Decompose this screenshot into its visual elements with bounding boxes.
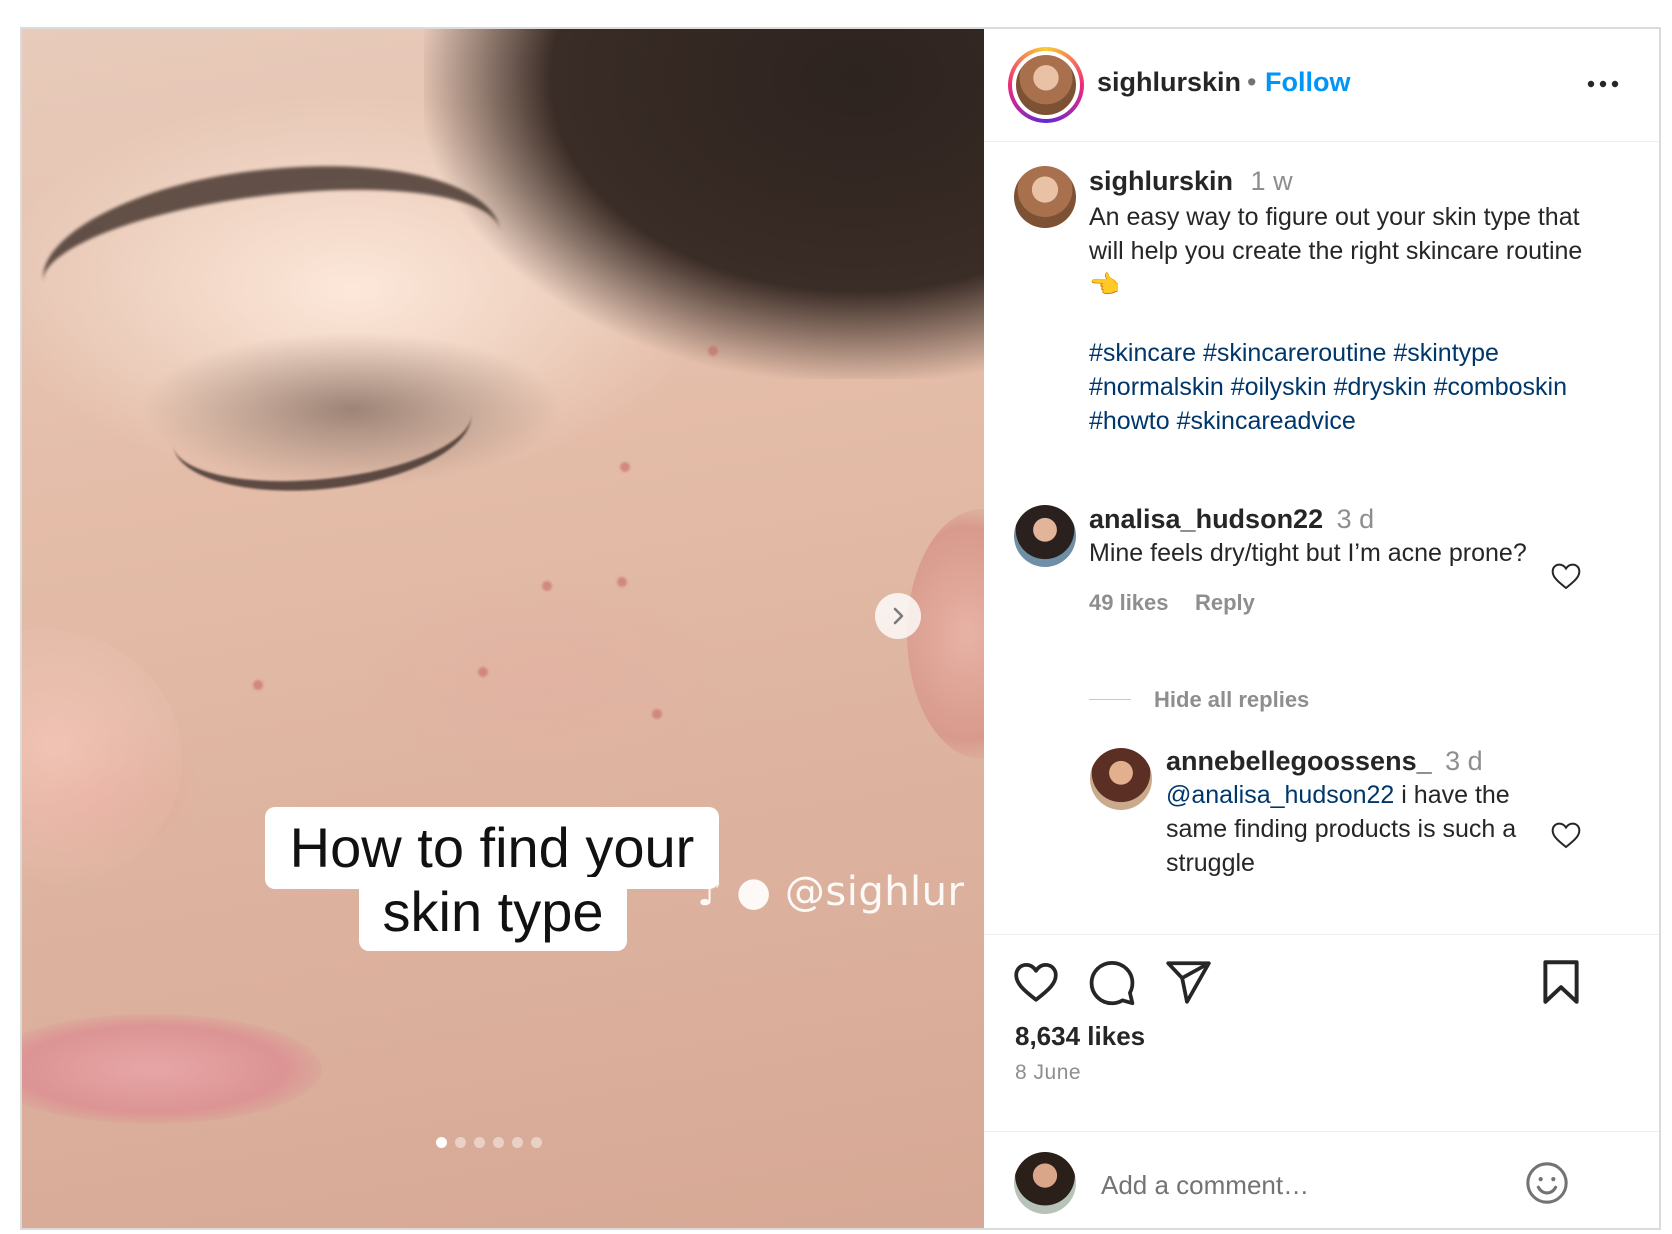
reply-username[interactable]: annebellegoossens_ (1166, 746, 1432, 776)
hashtag-link[interactable]: #dryskin (1334, 373, 1427, 401)
post-side-panel: sighlurskin • Follow sighlurskin 1 w An … (984, 29, 1659, 1228)
author-avatar (1016, 55, 1076, 115)
caption-text: An easy way to figure out your skin type… (1089, 203, 1583, 299)
carousel-dot[interactable] (455, 1137, 466, 1148)
skin-spot (253, 680, 263, 690)
emoji-button[interactable] (1524, 1160, 1570, 1206)
follow-button[interactable]: Follow (1265, 67, 1350, 98)
more-options-button[interactable] (1583, 69, 1623, 99)
hashtag-link[interactable]: #skincareadvice (1177, 407, 1356, 435)
comment-avatar[interactable] (1014, 505, 1076, 567)
comment-meta: 49 likes Reply (1089, 590, 1559, 616)
comment-header: analisa_hudson22 3 d (1089, 502, 1559, 536)
post-image[interactable]: How to find your skin type ♪ ● @sighlur (22, 29, 984, 1228)
face-hair (424, 29, 984, 379)
carousel-dot[interactable] (493, 1137, 504, 1148)
image-caption-line: skin type (359, 877, 627, 951)
like-button[interactable] (1011, 957, 1061, 1007)
reply-like-button[interactable] (1550, 819, 1582, 851)
comment-item: analisa_hudson22 3 d Mine feels dry/tigh… (1089, 502, 1559, 616)
reply-item: annebellegoossens_ 3 d @analisa_hudson22… (1166, 744, 1561, 880)
caption-username[interactable]: sighlurskin (1089, 166, 1233, 196)
comment-text: Mine feels dry/tight but I’m acne prone? (1089, 539, 1527, 567)
likes-count[interactable]: 8,634 likes (1015, 1021, 1145, 1052)
add-comment-bar (984, 1131, 1659, 1228)
heart-icon (1014, 963, 1058, 1002)
comment-icon (1089, 960, 1135, 1006)
chevron-right-icon (893, 607, 904, 625)
caption-time: 1 w (1250, 166, 1293, 196)
bookmark-icon (1543, 960, 1579, 1004)
comments-section[interactable]: sighlurskin 1 w An easy way to figure ou… (984, 142, 1659, 934)
carousel-dot[interactable] (474, 1137, 485, 1148)
instagram-post: How to find your skin type ♪ ● @sighlur … (20, 27, 1661, 1230)
carousel-dot[interactable] (436, 1137, 447, 1148)
face-eye (166, 353, 478, 505)
hashtag-link[interactable]: #comboskin (1434, 373, 1567, 401)
caption-header: sighlurskin 1 w (1089, 164, 1589, 198)
hide-replies-button[interactable]: Hide all replies (1154, 687, 1309, 713)
more-icon (1587, 80, 1619, 88)
face-ear (907, 509, 984, 759)
header-separator: • (1247, 67, 1257, 97)
author-story-ring[interactable] (1008, 47, 1084, 123)
reply-mention[interactable]: @analisa_hudson22 (1166, 781, 1394, 809)
reply-avatar[interactable] (1090, 748, 1152, 810)
reply-header: annebellegoossens_ 3 d (1166, 744, 1561, 778)
face-lips (22, 1014, 322, 1124)
caption-hashtags: #skincare #skincareroutine #skintype #no… (1089, 336, 1589, 438)
comment-username[interactable]: analisa_hudson22 (1089, 504, 1323, 534)
hashtag-link[interactable]: #howto (1089, 407, 1170, 435)
carousel-dot[interactable] (531, 1137, 542, 1148)
add-comment-input[interactable] (1099, 1162, 1483, 1208)
carousel-next-button[interactable] (875, 593, 921, 639)
comment-button[interactable] (1087, 957, 1137, 1007)
carousel-indicator (436, 1137, 542, 1148)
skin-spot (620, 462, 630, 472)
heart-icon (1551, 563, 1581, 590)
carousel-dot[interactable] (512, 1137, 523, 1148)
post-date[interactable]: 8 June (1015, 1061, 1081, 1085)
reply-button[interactable]: Reply (1195, 590, 1255, 615)
current-user-avatar (1014, 1152, 1076, 1214)
caption-block: sighlurskin 1 w An easy way to figure ou… (1089, 164, 1589, 438)
share-icon (1166, 961, 1211, 1004)
skin-spot (652, 709, 662, 719)
emoji-icon (1526, 1162, 1568, 1204)
comment-likes[interactable]: 49 likes (1089, 590, 1169, 615)
hashtag-link[interactable]: #normalskin (1089, 373, 1224, 401)
comment-time: 3 d (1336, 504, 1375, 534)
share-button[interactable] (1163, 957, 1213, 1007)
author-username[interactable]: sighlurskin (1097, 67, 1241, 98)
hashtag-link[interactable]: #skincare (1089, 339, 1196, 367)
post-header: sighlurskin • Follow (984, 29, 1659, 142)
hashtag-link[interactable]: #skintype (1393, 339, 1499, 367)
heart-icon (1551, 822, 1581, 849)
replies-divider (1089, 699, 1131, 700)
skin-spot (478, 667, 488, 677)
skin-spot (542, 581, 552, 591)
face-nose (22, 629, 182, 889)
post-actions: 8,634 likes 8 June (984, 934, 1659, 1228)
skin-spot (708, 346, 718, 356)
reply-text: @analisa_hudson22 i have the same findin… (1166, 778, 1561, 880)
hashtag-link[interactable]: #skincareroutine (1203, 339, 1386, 367)
comment-like-button[interactable] (1550, 560, 1582, 592)
tiktok-watermark: ♪ ● @sighlur (697, 869, 965, 915)
reply-time: 3 d (1445, 746, 1483, 776)
caption-avatar[interactable] (1014, 166, 1076, 228)
hashtag-link[interactable]: #oilyskin (1231, 373, 1327, 401)
skin-spot (617, 577, 627, 587)
save-button[interactable] (1536, 957, 1586, 1007)
